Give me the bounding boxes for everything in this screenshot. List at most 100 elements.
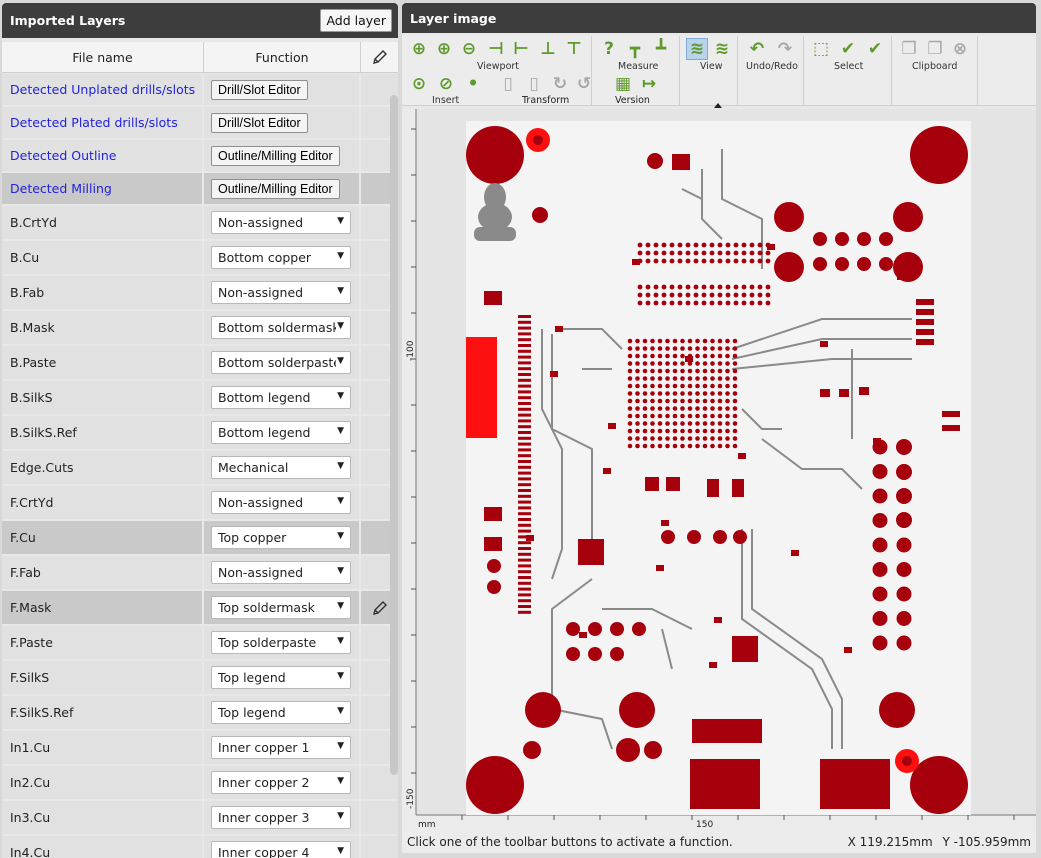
layer-row[interactable]: In3.Cu Inner copper 3 ▼: [2, 801, 398, 836]
view-outline-icon[interactable]: ≋: [711, 38, 733, 60]
layer-row[interactable]: Detected Outline Outline/Milling Editor: [2, 140, 398, 173]
layer-row[interactable]: B.Paste Bottom solderpaste ▼: [2, 346, 398, 381]
layer-row[interactable]: B.SilkS.Ref Bottom legend ▼: [2, 416, 398, 451]
collapse-toolbar-icon[interactable]: [714, 103, 722, 108]
layer-row[interactable]: Detected Plated drills/slots Drill/Slot E…: [2, 107, 398, 140]
help-icon[interactable]: ?: [598, 38, 620, 60]
layer-function-select[interactable]: Non-assigned ▼: [211, 281, 351, 304]
layer-function-select[interactable]: Bottom legend ▼: [211, 421, 351, 444]
layer-function-select[interactable]: Inner copper 1 ▼: [211, 736, 351, 759]
layer-function-select[interactable]: Top legend ▼: [211, 701, 351, 724]
open-editor-button[interactable]: Outline/Milling Editor: [211, 178, 340, 199]
layer-function-select[interactable]: Top solderpaste ▼: [211, 631, 351, 654]
layer-row[interactable]: B.Fab Non-assigned ▼: [2, 276, 398, 311]
layer-row[interactable]: B.Mask Bottom soldermask ▼: [2, 311, 398, 346]
pan-up-icon[interactable]: ⊥: [537, 38, 559, 60]
layer-file-name[interactable]: Detected Milling: [2, 173, 204, 204]
measure-clearance-icon[interactable]: ┻: [650, 38, 672, 60]
layer-function-select[interactable]: Bottom legend ▼: [211, 386, 351, 409]
layer-edit-cell: [361, 801, 398, 834]
layer-function-select[interactable]: Non-assigned ▼: [211, 211, 351, 234]
mirror-icon[interactable]: ▯: [497, 73, 519, 95]
undo-icon[interactable]: ↶: [746, 38, 768, 60]
layer-row[interactable]: Detected Unplated drills/slots Drill/Slot…: [2, 74, 398, 107]
version-label: Version: [615, 95, 650, 106]
layer-row[interactable]: F.Fab Non-assigned ▼: [2, 556, 398, 591]
layer-canvas[interactable]: -100 -150 mm 150: [402, 109, 1036, 831]
layer-file-name[interactable]: Detected Plated drills/slots: [2, 107, 204, 138]
layer-function-select[interactable]: Non-assigned ▼: [211, 561, 351, 584]
select-all-icon[interactable]: ✔: [837, 38, 859, 60]
redo-icon[interactable]: ↷: [774, 38, 796, 60]
insert-group-icon[interactable]: •: [462, 73, 484, 95]
pan-down-icon[interactable]: ⊤: [563, 38, 585, 60]
layer-function-select[interactable]: Mechanical ▼: [211, 456, 351, 479]
layer-row[interactable]: F.Cu Top copper ▼: [2, 521, 398, 556]
column-header-file-name[interactable]: File name: [2, 42, 204, 72]
layer-image-panel: Layer image ⊕ ⊕ ⊖ ⊣ ⊢ ⊥ ⊤ Viewport ⊙ ⊘ •…: [402, 3, 1036, 853]
layer-row[interactable]: F.CrtYd Non-assigned ▼: [2, 486, 398, 521]
dropdown-arrow-icon: ▼: [337, 741, 344, 751]
pan-right-icon[interactable]: ⊢: [510, 38, 532, 60]
layer-file-name[interactable]: Detected Unplated drills/slots: [2, 74, 204, 105]
layer-function-select[interactable]: Bottom solderpaste ▼: [211, 351, 351, 374]
layer-row[interactable]: F.Mask Top soldermask ▼: [2, 591, 398, 626]
column-header-function[interactable]: Function: [204, 42, 361, 72]
layer-row[interactable]: F.SilkS.Ref Top legend ▼: [2, 696, 398, 731]
rotate-cw-icon[interactable]: ↻: [549, 73, 571, 95]
layer-function-select[interactable]: Top legend ▼: [211, 666, 351, 689]
open-editor-button[interactable]: Drill/Slot Editor: [211, 112, 308, 133]
layer-row[interactable]: F.Paste Top solderpaste ▼: [2, 626, 398, 661]
select-box-icon[interactable]: ⬚: [810, 38, 832, 60]
layer-function-value: Bottom legend: [218, 425, 311, 440]
zoom-in-icon[interactable]: ⊕: [433, 38, 455, 60]
layer-row[interactable]: Detected Milling Outline/Milling Editor: [2, 173, 398, 206]
view-traces-icon[interactable]: ≋: [686, 38, 708, 60]
layer-function-cell: Bottom solderpaste ▼: [204, 346, 361, 379]
layer-function-select[interactable]: Inner copper 2 ▼: [211, 771, 351, 794]
pencil-icon[interactable]: [361, 42, 398, 72]
layer-function-select[interactable]: Bottom copper ▼: [211, 246, 351, 269]
layer-row[interactable]: In2.Cu Inner copper 2 ▼: [2, 766, 398, 801]
layer-row[interactable]: B.SilkS Bottom legend ▼: [2, 381, 398, 416]
layer-row[interactable]: In1.Cu Inner copper 1 ▼: [2, 731, 398, 766]
version-a-icon[interactable]: ▦: [612, 73, 634, 95]
open-editor-button[interactable]: Outline/Milling Editor: [211, 145, 340, 166]
paste-icon[interactable]: ❐: [924, 38, 946, 60]
pcb-layer-image[interactable]: -100 -150 mm 150: [402, 109, 1036, 831]
insert-point-icon[interactable]: ⊙: [408, 73, 430, 95]
layer-row[interactable]: Edge.Cuts Mechanical ▼: [2, 451, 398, 486]
layer-row[interactable]: F.SilkS Top legend ▼: [2, 661, 398, 696]
delete-icon[interactable]: ⊗: [949, 38, 971, 60]
layer-function-select[interactable]: Top soldermask ▼: [211, 596, 351, 619]
layer-row[interactable]: B.Cu Bottom copper ▼: [2, 241, 398, 276]
zoom-fit-icon[interactable]: ⊕: [408, 38, 430, 60]
select-multi-icon[interactable]: ✔: [864, 38, 886, 60]
toolbar-group-select: ⬚ ✔ ✔ Select: [804, 36, 892, 106]
version-b-icon[interactable]: ↦: [638, 73, 660, 95]
insert-line-icon[interactable]: ⊘: [435, 73, 457, 95]
layers-scrollbar[interactable]: [390, 95, 398, 775]
flip-icon[interactable]: ▯: [523, 73, 545, 95]
add-layer-button[interactable]: Add layer: [320, 9, 392, 32]
layer-row[interactable]: B.CrtYd Non-assigned ▼: [2, 206, 398, 241]
layer-function-select[interactable]: Inner copper 3 ▼: [211, 806, 351, 829]
cursor-coordinates: X 119.215mm Y -105.959mm: [842, 835, 1031, 849]
layer-function-select[interactable]: Top copper ▼: [211, 526, 351, 549]
measure-distance-icon[interactable]: ┳: [624, 38, 646, 60]
layer-function-cell: Top legend ▼: [204, 661, 361, 694]
pencil-icon[interactable]: [372, 600, 388, 616]
layer-function-select[interactable]: Non-assigned ▼: [211, 491, 351, 514]
open-editor-button[interactable]: Drill/Slot Editor: [211, 79, 308, 100]
dropdown-arrow-icon: ▼: [337, 286, 344, 296]
dropdown-arrow-icon: ▼: [337, 356, 344, 366]
pan-left-icon[interactable]: ⊣: [485, 38, 507, 60]
layer-row[interactable]: In4.Cu Inner copper 4 ▼: [2, 836, 398, 858]
layer-file-name: F.SilkS: [2, 661, 204, 694]
copy-icon[interactable]: ❐: [898, 38, 920, 60]
layer-file-name[interactable]: Detected Outline: [2, 140, 204, 171]
zoom-out-icon[interactable]: ⊖: [458, 38, 480, 60]
layer-function-select[interactable]: Inner copper 4 ▼: [211, 841, 351, 858]
layer-function-select[interactable]: Bottom soldermask ▼: [211, 316, 351, 339]
undo-redo-label: Undo/Redo: [746, 61, 798, 72]
